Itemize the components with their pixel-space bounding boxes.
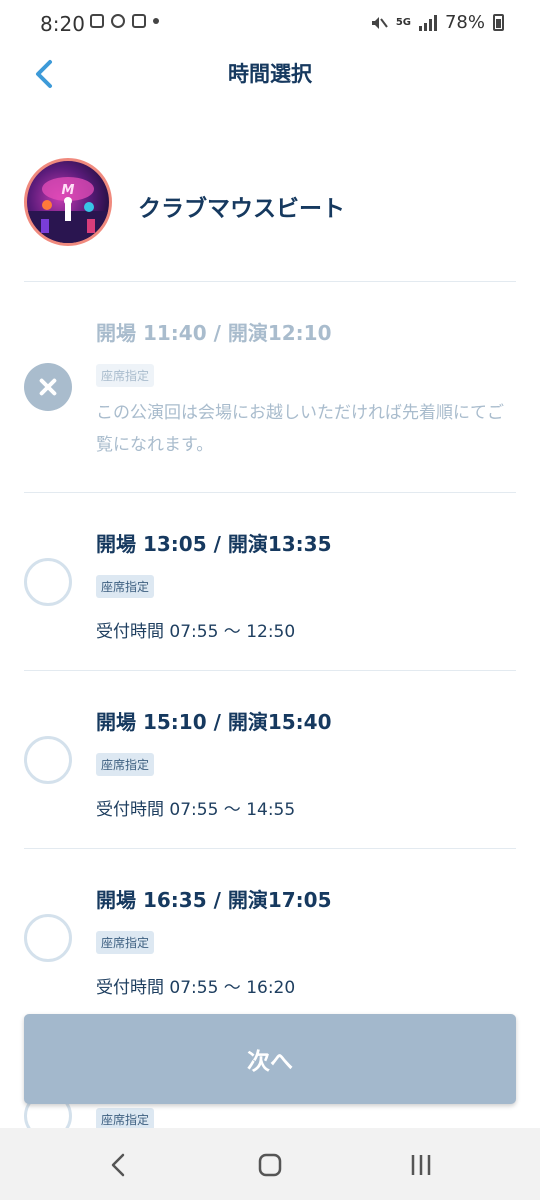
show-thumbnail-art: M: [27, 177, 109, 243]
next-button[interactable]: 次へ: [24, 1014, 516, 1104]
time-slot-radio[interactable]: [24, 558, 72, 606]
network-type: 5G: [395, 17, 411, 28]
slot-time: 開場 15:10 / 開演15:40: [96, 710, 332, 734]
seat-badge: 座席指定: [96, 753, 155, 776]
status-bar: 8:20 5G 78%: [0, 0, 540, 48]
app-header: 時間選択: [0, 48, 540, 100]
slot-note: この公演回は会場にお越しいただければ先着順にてご覧になれます。: [96, 403, 504, 455]
slot-reception: 受付時間 07:55 〜 14:55: [96, 800, 296, 820]
nav-recents-icon[interactable]: [408, 1152, 434, 1178]
status-time: 8:20: [40, 12, 85, 36]
time-slot-radio[interactable]: [24, 736, 72, 784]
svg-text:M: M: [62, 183, 75, 198]
show-avatar: M: [24, 158, 112, 246]
seat-badge: 座席指定: [96, 364, 155, 387]
battery-icon: [493, 14, 504, 31]
page-title: 時間選択: [228, 62, 312, 86]
settings-icon: [132, 14, 146, 28]
mute-icon: [371, 16, 388, 29]
show-name: クラブマウスビート: [138, 196, 345, 222]
app-icon: [111, 14, 125, 28]
system-icons: 5G 78%: [370, 12, 504, 33]
time-slot-1: 開場 11:40 / 開演12:10 座席指定 この公演回は会場にお越しいただけ…: [24, 282, 516, 492]
system-nav-bar: [0, 1128, 540, 1200]
slot-reception: 受付時間 07:55 〜 16:20: [96, 978, 296, 998]
more-notifications-icon: [153, 18, 159, 24]
show-header: M クラブマウスビート: [24, 158, 516, 250]
signal-icon: [418, 14, 437, 31]
gallery-icon: [90, 14, 104, 28]
time-slot-radio[interactable]: [24, 914, 72, 962]
time-slot-4[interactable]: 開場 16:35 / 開演17:05 座席指定 受付時間 07:55 〜 16:…: [24, 849, 516, 1026]
time-slot-2[interactable]: 開場 13:05 / 開演13:35 座席指定 受付時間 07:55 〜 12:…: [24, 493, 516, 670]
battery-percent: 78%: [444, 12, 485, 33]
time-slot-3[interactable]: 開場 15:10 / 開演15:40 座席指定 受付時間 07:55 〜 14:…: [24, 671, 516, 848]
slot-time: 開場 16:35 / 開演17:05: [96, 888, 332, 912]
seat-badge: 座席指定: [96, 931, 155, 954]
slot-time: 開場 11:40 / 開演12:10: [96, 321, 332, 345]
notification-icons: [90, 14, 159, 28]
nav-home-icon[interactable]: [257, 1152, 283, 1178]
slot-time: 開場 13:05 / 開演13:35: [96, 532, 332, 556]
nav-back-icon[interactable]: [106, 1152, 132, 1178]
seat-badge: 座席指定: [96, 575, 155, 598]
slot-reception: 受付時間 07:55 〜 12:50: [96, 622, 296, 642]
unavailable-icon: [24, 363, 72, 411]
